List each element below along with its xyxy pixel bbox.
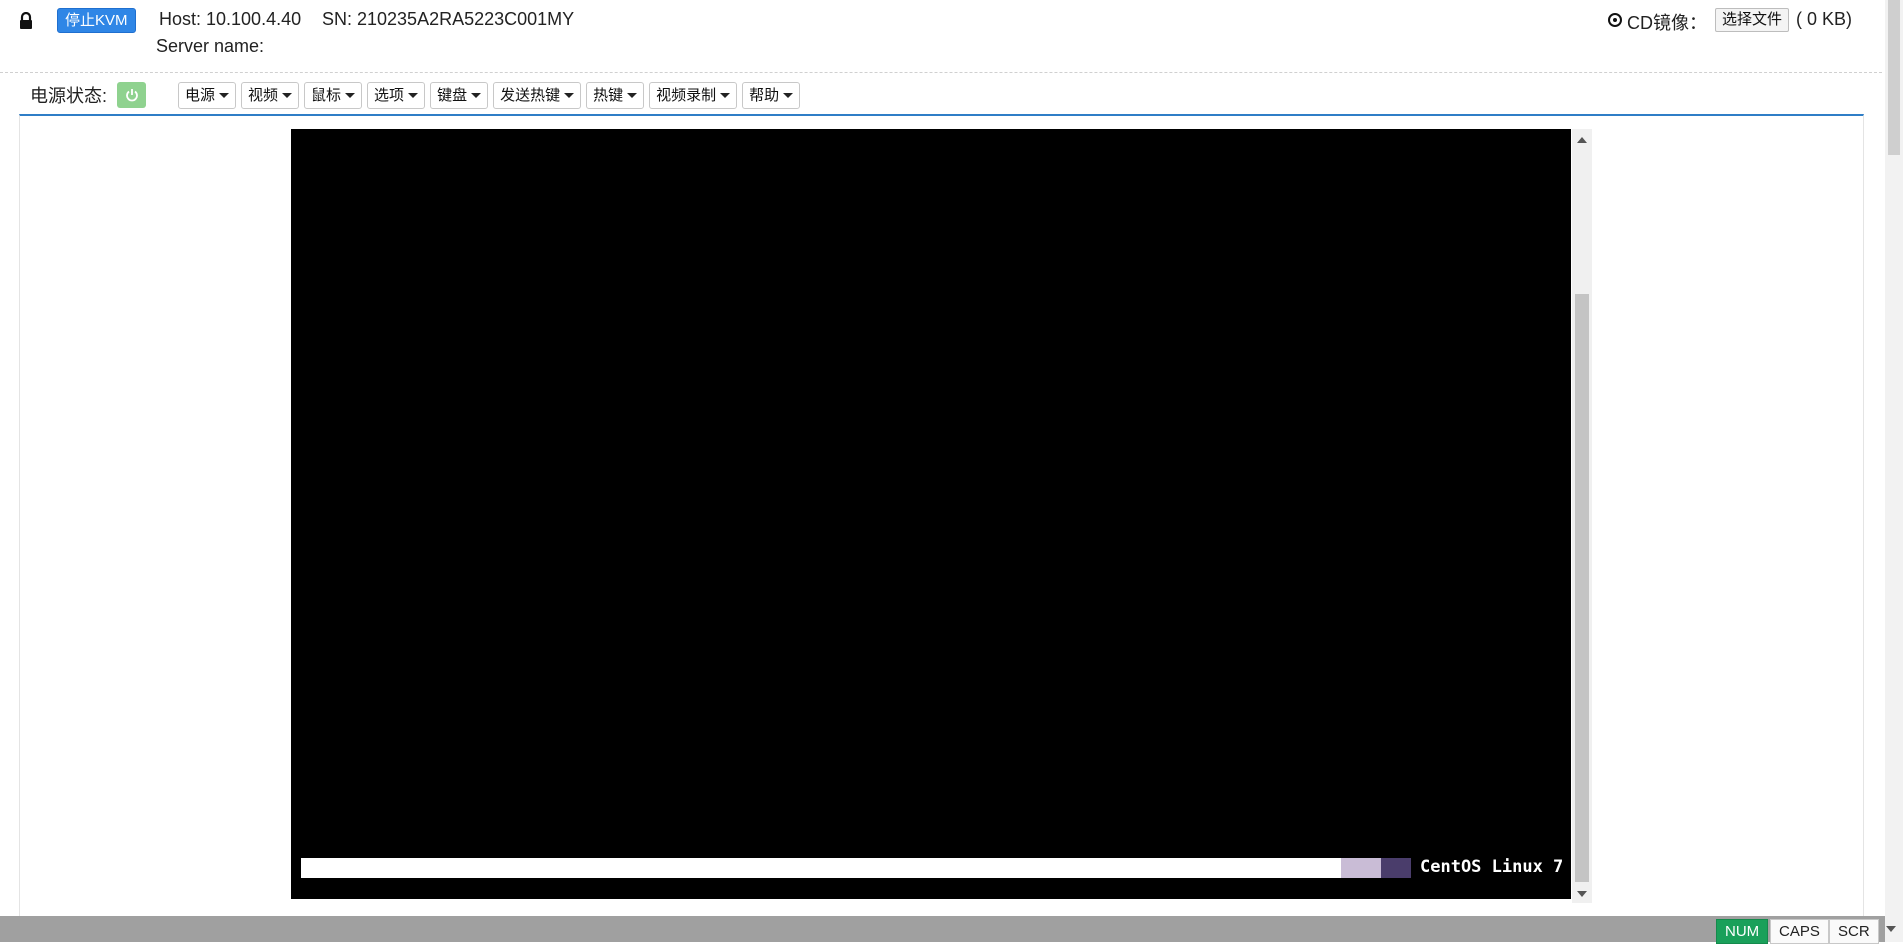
menu-label: 选项 <box>374 86 405 104</box>
menu-power[interactable]: 电源 <box>178 82 237 109</box>
menu-help[interactable]: 帮助 <box>742 82 801 109</box>
boot-progress-bar <box>301 858 1411 878</box>
caret-down-icon <box>783 93 794 98</box>
cd-image-label: CD镜像： <box>1627 13 1707 33</box>
page-scroll-down-icon[interactable] <box>1886 926 1901 934</box>
caret-down-icon <box>282 93 293 98</box>
scrollbar-thumb[interactable] <box>1575 294 1589 882</box>
power-icon <box>125 89 138 102</box>
caret-down-icon <box>720 93 731 98</box>
caret-down-icon <box>219 93 230 98</box>
caret-down-icon <box>408 93 419 98</box>
menu-video-record[interactable]: 视频录制 <box>649 82 738 109</box>
power-status-label: 电源状态: <box>30 86 108 106</box>
status-bar: NUM CAPS SCR <box>0 916 1885 944</box>
menu-label: 热键 <box>593 86 624 104</box>
server-name-label: Server name: <box>156 36 265 56</box>
serial-number: SN: 210235A2RA5223C001MY <box>322 9 575 29</box>
caps-lock-indicator: CAPS <box>1770 919 1829 944</box>
progress-segment-white <box>301 858 1341 878</box>
lock-icon <box>20 12 32 29</box>
menu-keyboard[interactable]: 键盘 <box>430 82 489 109</box>
page-scrollbar-thumb[interactable] <box>1888 0 1900 155</box>
menu-label: 帮助 <box>749 86 780 104</box>
scroll-down-arrow-icon[interactable] <box>1572 885 1592 899</box>
menu-label: 键盘 <box>437 86 468 104</box>
menu-label: 发送热键 <box>500 86 561 104</box>
menu-label: 电源 <box>185 86 216 104</box>
toolbar-menus: 电源 视频 鼠标 选项 键盘 发送热键 热键 视频录制 帮助 <box>178 82 801 109</box>
caret-down-icon <box>564 93 575 98</box>
page-scrollbar[interactable] <box>1885 0 1903 942</box>
menu-label: 视频 <box>248 86 279 104</box>
kvm-console-screen[interactable]: CentOS Linux 7 <box>291 129 1571 899</box>
stop-kvm-button[interactable]: 停止KVM <box>57 8 136 33</box>
num-lock-indicator: NUM <box>1716 919 1769 944</box>
power-status-button[interactable] <box>117 82 146 108</box>
console-scrollbar[interactable] <box>1572 129 1592 903</box>
menu-label: 视频录制 <box>656 86 717 104</box>
scroll-lock-indicator: SCR <box>1829 919 1879 944</box>
header-bar: 停止KVM Host: 10.100.4.40 SN: 210235A2RA52… <box>0 0 1882 73</box>
menu-video[interactable]: 视频 <box>241 82 300 109</box>
caret-down-icon <box>627 93 638 98</box>
progress-segment-light <box>1341 858 1381 878</box>
caret-down-icon <box>471 93 482 98</box>
file-size-label: ( 0 KB) <box>1796 9 1853 29</box>
menu-label: 鼠标 <box>311 86 342 104</box>
menu-send-hotkey[interactable]: 发送热键 <box>493 82 582 109</box>
caret-down-icon <box>345 93 356 98</box>
menu-mouse[interactable]: 鼠标 <box>304 82 363 109</box>
menu-options[interactable]: 选项 <box>367 82 426 109</box>
progress-segment-dark <box>1381 858 1411 878</box>
boot-os-label: CentOS Linux 7 <box>1420 857 1564 877</box>
host-address: Host: 10.100.4.40 <box>159 9 302 29</box>
scroll-up-arrow-icon[interactable] <box>1572 133 1592 147</box>
menu-hotkey[interactable]: 热键 <box>586 82 645 109</box>
choose-file-button[interactable]: 选择文件 <box>1715 8 1790 32</box>
cd-icon <box>1608 13 1622 27</box>
